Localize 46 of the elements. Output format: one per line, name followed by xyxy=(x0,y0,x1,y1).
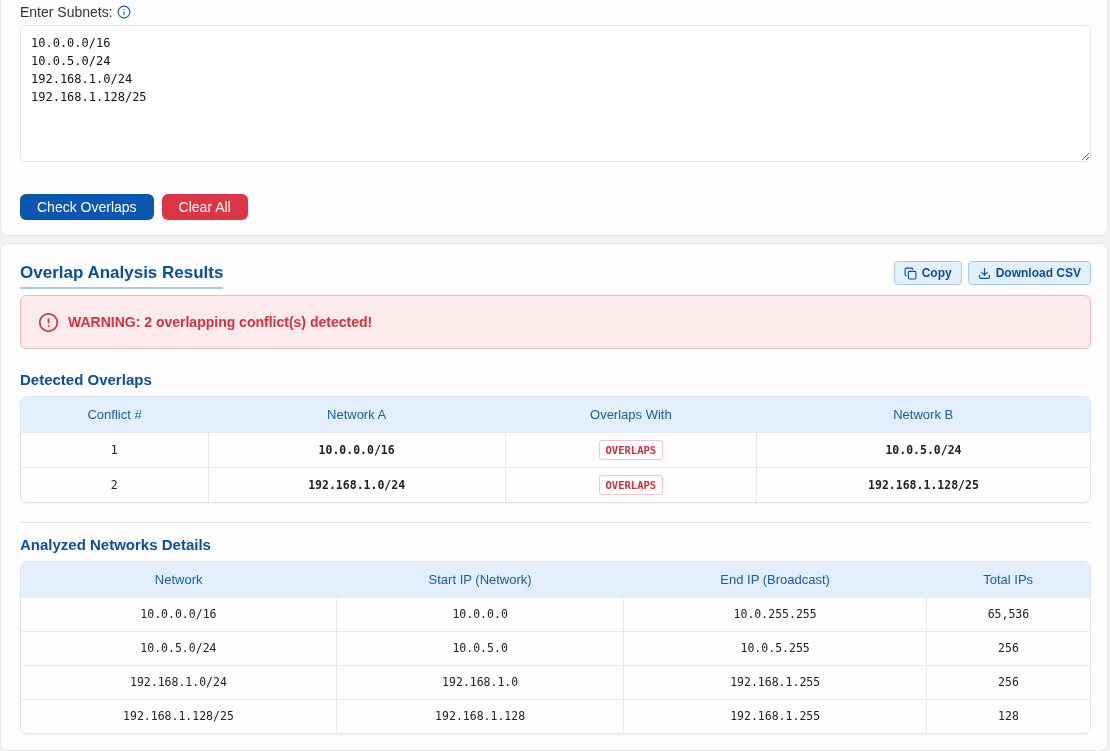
column-header: Network A xyxy=(208,397,506,432)
table-cell: 2 xyxy=(21,467,209,502)
column-header: Total IPs xyxy=(926,562,1090,597)
table-cell: 256 xyxy=(926,631,1090,665)
copy-icon xyxy=(903,266,917,280)
table-cell: 192.168.1.255 xyxy=(623,665,927,699)
copy-button[interactable]: Copy xyxy=(893,261,962,285)
table-cell: 10.0.5.0 xyxy=(336,631,624,665)
column-header: Conflict # xyxy=(21,397,209,432)
subnets-textarea[interactable]: 10.0.0.0/16 10.0.5.0/24 192.168.1.0/24 192.168.1.128/25 xyxy=(20,25,1091,162)
table-cell: 10.0.5.0/24 xyxy=(756,432,1090,467)
table-cell: 192.168.1.0/24 xyxy=(21,665,337,699)
table-cell: 10.0.5.255 xyxy=(623,631,927,665)
alert-icon xyxy=(38,311,59,333)
table-cell: 192.168.1.128/25 xyxy=(756,467,1090,502)
table-cell: 192.168.1.0 xyxy=(336,665,624,699)
column-header: End IP (Broadcast) xyxy=(623,562,927,597)
section-title: Analyzed Networks Details xyxy=(20,536,212,554)
section-title: Detected Overlaps xyxy=(20,371,153,389)
column-header: Start IP (Network) xyxy=(336,562,624,597)
clear-button[interactable]: Clear All xyxy=(161,194,248,220)
table-cell: 256 xyxy=(926,665,1090,699)
table-cell: 1 xyxy=(21,432,209,467)
column-header: Network xyxy=(21,562,337,597)
results-title: Overlap Analysis Results xyxy=(20,261,224,289)
table-cell: 192.168.1.128 xyxy=(336,699,624,733)
table-cell: 10.0.0.0/16 xyxy=(21,597,337,631)
download-icon xyxy=(977,266,991,280)
check-button[interactable]: Check Overlaps xyxy=(20,194,154,220)
table-cell: 10.0.0.0/16 xyxy=(208,432,506,467)
table-cell: 192.168.1.128/25 xyxy=(21,699,337,733)
table-cell: 65,536 xyxy=(926,597,1090,631)
table-cell: 192.168.1.0/24 xyxy=(208,467,506,502)
table-cell: 10.0.255.255 xyxy=(623,597,927,631)
overlap-badge: OVERLAPS xyxy=(598,474,664,495)
field-label: Enter Subnets: xyxy=(20,4,113,20)
column-header: Network B xyxy=(756,397,1090,432)
table-cell: 10.0.0.0 xyxy=(336,597,624,631)
download-button[interactable]: Download CSV xyxy=(967,261,1091,285)
overlap-badge: OVERLAPS xyxy=(598,439,664,460)
table-cell: 10.0.5.0/24 xyxy=(21,631,337,665)
alert-text: WARNING: 2 overlapping conflict(s) detected! xyxy=(68,314,373,330)
info-icon[interactable] xyxy=(116,5,131,19)
table-cell: 128 xyxy=(926,699,1090,733)
column-header: Overlaps With xyxy=(505,397,757,432)
table-cell: 192.168.1.255 xyxy=(623,699,927,733)
